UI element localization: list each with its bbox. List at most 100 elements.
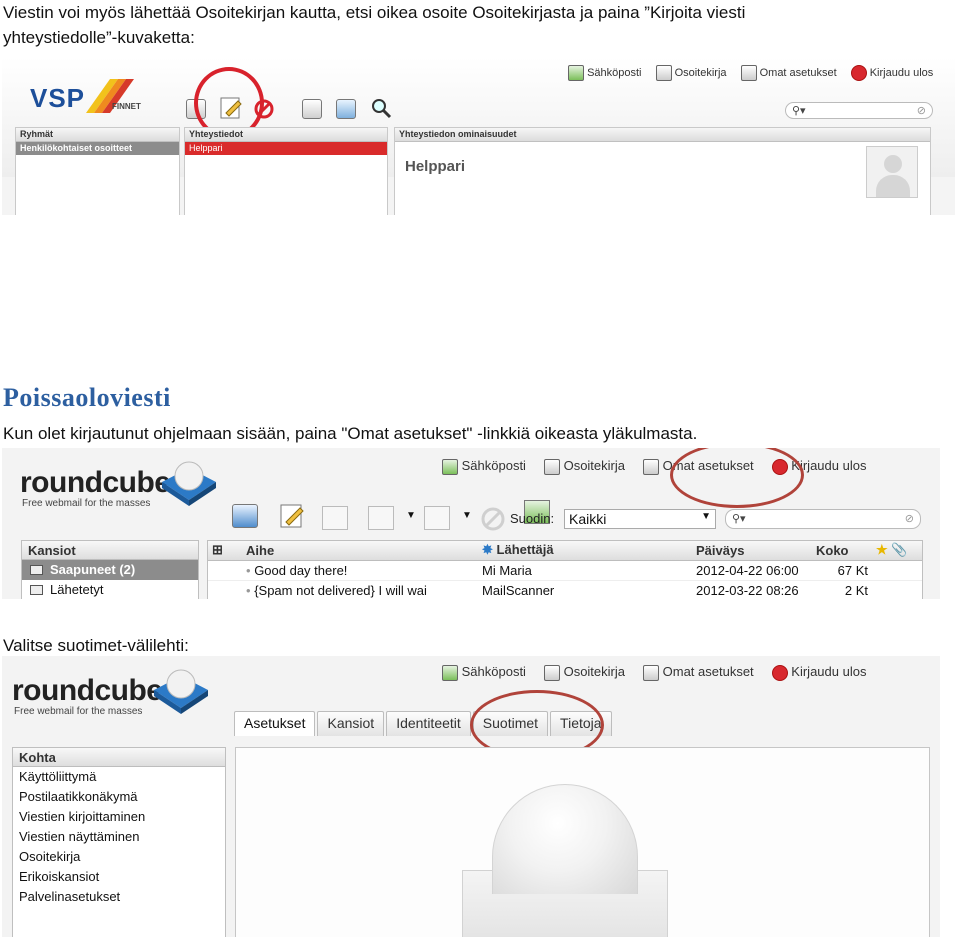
settings-item-addressbook[interactable]: Osoitekirja (13, 847, 225, 867)
roundcube-cube-icon (154, 669, 208, 714)
section-heading: Poissaoloviesti (3, 383, 171, 412)
vsp-screenshot: VSP FINNET Sähköposti Osoitekirja Omat a… (2, 57, 955, 243)
roundcube-cube-icon (162, 461, 216, 506)
intro-line-1: Viestin voi myös lähettää Osoitekirjan k… (3, 3, 746, 22)
flag-attachment-icons: ★ 📎 (872, 541, 922, 561)
search-contacts-icon[interactable] (370, 97, 392, 119)
watermark-dome (492, 784, 638, 894)
settings-item-displaying[interactable]: Viestien näyttäminen (13, 827, 225, 847)
vsp-top-menu: Sähköposti Osoitekirja Omat asetukset Ki… (568, 65, 933, 81)
instruction-filters: Valitse suotimet-välilehti: (3, 636, 189, 655)
clear-search-icon[interactable]: ⊘ (905, 512, 914, 525)
vsp-bottom-whitespace (2, 215, 955, 243)
menu-logout[interactable]: Kirjaudu ulos (771, 664, 866, 681)
vsp-logo-subtitle: FINNET (112, 102, 141, 111)
reply-all-icon[interactable] (368, 506, 394, 530)
folders-header: Kansiot (22, 541, 198, 560)
filter-select[interactable]: Kaikki ▼ (564, 509, 716, 529)
intro-line-2: yhteystiedolle”-kuvaketta: (3, 28, 195, 47)
folder-sent[interactable]: Lähetetyt (22, 580, 198, 599)
vsp-menu-mail[interactable]: Sähköposti (568, 65, 642, 81)
settings-icon (643, 664, 659, 681)
logout-icon (771, 664, 788, 681)
export-contacts-icon[interactable] (336, 99, 356, 119)
settings-item-ui[interactable]: Käyttöliittymä (13, 767, 225, 787)
highlight-circle (670, 448, 804, 508)
forward-icon[interactable] (424, 506, 450, 530)
attachment-icon: 📎 (891, 542, 908, 558)
reply-dropdown-icon[interactable]: ▼ (406, 510, 416, 521)
column-size[interactable]: Koko (812, 541, 872, 561)
menu-settings[interactable]: Omat asetukset (643, 664, 754, 681)
compose-icon[interactable] (278, 502, 306, 530)
addressbook-icon (543, 664, 560, 681)
column-from[interactable]: ✸ Lähettäjä (478, 541, 692, 561)
settings-item-composing[interactable]: Viestien kirjoittaminen (13, 807, 225, 827)
settings-item-server[interactable]: Palvelinasetukset (13, 887, 225, 907)
menu-addressbook[interactable]: Osoitekirja (543, 458, 625, 475)
refresh-icon[interactable] (232, 504, 258, 528)
sort-icon: ✸ (482, 542, 493, 558)
settings-item-mailbox-view[interactable]: Postilaatikkonäkymä (13, 787, 225, 807)
import-contacts-icon[interactable] (302, 99, 322, 119)
settings-list-header: Kohta (13, 748, 225, 767)
settings-icon (740, 65, 757, 81)
mail-icon (442, 664, 458, 681)
menu-mail[interactable]: Sähköposti (442, 664, 526, 681)
forward-dropdown-icon[interactable]: ▼ (462, 510, 472, 521)
contacts-header: Yhteystiedot (185, 128, 387, 142)
message-list: ⊞ Aihe ✸ Lähettäjä Päiväys Koko ★ 📎 • Go… (207, 540, 923, 599)
vsp-menu-settings[interactable]: Omat asetukset (740, 65, 837, 81)
reply-icon[interactable] (322, 506, 348, 530)
mail-search-input[interactable]: ⚲▾ ⊘ (725, 509, 921, 529)
delete-icon[interactable] (480, 506, 506, 532)
mail-icon (442, 458, 458, 475)
search-icon: ⚲▾ (732, 513, 746, 525)
roundcube-mail-screenshot: roundcube Free webmail for the masses Sä… (2, 448, 940, 599)
dropdown-arrow-icon: ▼ (701, 511, 711, 522)
message-row[interactable]: • {Spam not delivered} I will wai MailSc… (208, 580, 922, 599)
settings-section-list: Kohta Käyttöliittymä Postilaatikkonäkymä… (12, 747, 226, 937)
settings-item-special-folders[interactable]: Erikoiskansiot (13, 867, 225, 887)
flag-icon: ★ (876, 542, 888, 558)
groups-row-personal[interactable]: Henkilökohtaiset osoitteet (16, 142, 179, 155)
addressbook-icon (543, 458, 560, 475)
inbox-icon (30, 565, 43, 575)
message-row[interactable]: • Good day there! Mi Maria 2012-04-22 06… (208, 560, 922, 581)
vsp-search-input[interactable]: ⚲▾ ⊘ (785, 102, 933, 119)
instruction-settings: Kun olet kirjautunut ohjelmaan sisään, p… (3, 424, 698, 443)
settings-icon (643, 458, 659, 475)
roundcube-settings-screenshot: roundcube Free webmail for the masses Sä… (2, 656, 940, 937)
vsp-menu-logout[interactable]: Kirjaudu ulos (850, 65, 933, 81)
search-icon: ⚲▾ (792, 105, 806, 117)
menu-mail[interactable]: Sähköposti (442, 458, 526, 475)
details-header: Yhteystiedon ominaisuudet (395, 128, 930, 142)
menu-addressbook[interactable]: Osoitekirja (543, 664, 625, 681)
sent-icon (30, 585, 43, 595)
filter-label: Suodin: (510, 511, 555, 526)
message-list-header: ⊞ Aihe ✸ Lähettäjä Päiväys Koko ★ 📎 (208, 541, 922, 561)
vsp-menu-addressbook[interactable]: Osoitekirja (655, 65, 727, 81)
roundcube-logo: roundcube (20, 466, 171, 499)
settings-content-pane (235, 747, 930, 937)
groups-header: Ryhmät (16, 128, 179, 142)
folder-list: Kansiot Saapuneet (2) Lähetetyt (21, 540, 199, 599)
logout-icon (850, 65, 867, 81)
clear-search-icon[interactable]: ⊘ (917, 104, 926, 117)
roundcube-tagline: Free webmail for the masses (14, 706, 143, 717)
contact-avatar (866, 146, 918, 198)
folder-inbox[interactable]: Saapuneet (2) (22, 560, 198, 580)
tab-folders[interactable]: Kansiot (317, 711, 385, 736)
list-options-icon[interactable]: ⊞ (208, 541, 242, 561)
roundcube-logo: roundcube (12, 674, 163, 707)
roundcube-tagline: Free webmail for the masses (22, 498, 151, 509)
contact-row-helppari[interactable]: Helppari (185, 142, 387, 155)
tab-preferences[interactable]: Asetukset (234, 711, 316, 736)
vsp-logo: VSP (30, 83, 86, 113)
rc-top-menu: Sähköposti Osoitekirja Omat asetukset Ki… (442, 664, 866, 681)
tab-identities[interactable]: Identiteetit (386, 711, 471, 736)
column-date[interactable]: Päiväys (692, 541, 812, 561)
contact-name: Helppari (405, 158, 466, 175)
mail-icon (568, 65, 584, 81)
column-subject[interactable]: Aihe (242, 541, 478, 561)
